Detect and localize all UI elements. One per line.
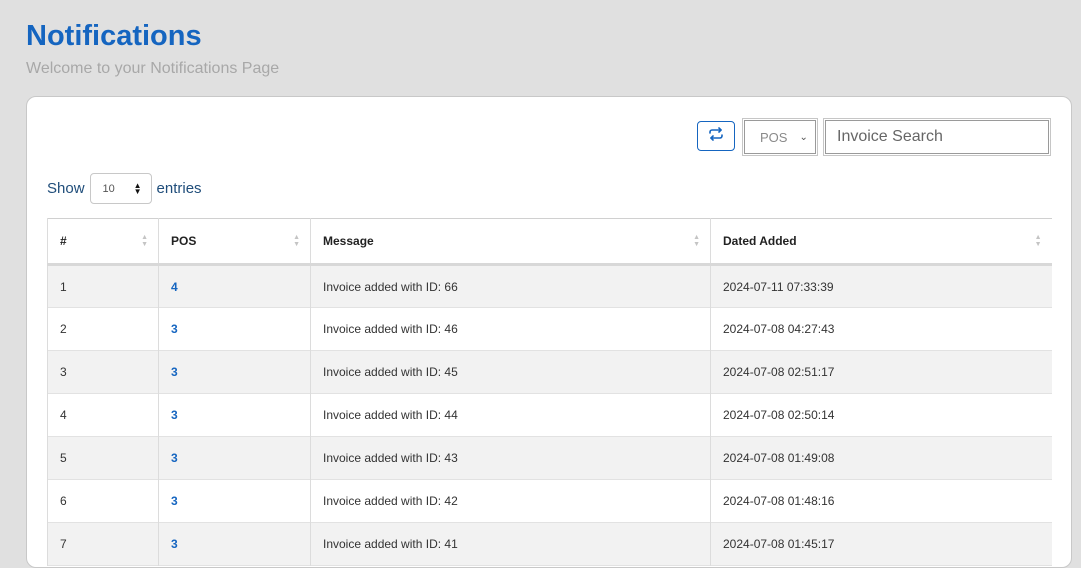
table-row: 2 3 Invoice added with ID: 46 2024-07-08…	[47, 307, 1052, 351]
cell-message: Invoice added with ID: 41	[310, 522, 711, 566]
invoice-search-input[interactable]	[823, 118, 1051, 156]
cell-num: 3	[47, 350, 159, 394]
length-show-label: Show	[47, 180, 85, 197]
cell-date: 2024-07-08 02:51:17	[710, 350, 1052, 394]
pos-link[interactable]: 3	[171, 494, 178, 508]
cell-pos: 3	[158, 350, 311, 394]
page-subtitle: Welcome to your Notifications Page	[26, 60, 280, 77]
pos-filter-select[interactable]: POS ⌄	[742, 118, 818, 156]
cell-message: Invoice added with ID: 43	[310, 436, 711, 480]
cell-message: Invoice added with ID: 42	[310, 479, 711, 523]
sort-icon: ▲ ▼	[141, 234, 148, 248]
cell-date: 2024-07-08 01:49:08	[710, 436, 1052, 480]
refresh-button[interactable]	[697, 121, 735, 151]
table-row: 3 3 Invoice added with ID: 45 2024-07-08…	[47, 350, 1052, 394]
page-title: Notifications	[26, 20, 202, 52]
cell-message: Invoice added with ID: 66	[310, 264, 711, 308]
cell-num: 1	[47, 264, 159, 308]
cell-pos: 3	[158, 393, 311, 437]
sort-icon: ▲ ▼	[693, 234, 700, 248]
chevron-down-icon: ⌄	[799, 131, 808, 143]
pos-link[interactable]: 3	[171, 451, 178, 465]
length-entries-label: entries	[156, 180, 202, 197]
cell-pos: 3	[158, 522, 311, 566]
pos-link[interactable]: 3	[171, 408, 178, 422]
cell-num: 6	[47, 479, 159, 523]
cell-num: 2	[47, 307, 159, 351]
cell-date: 2024-07-08 02:50:14	[710, 393, 1052, 437]
notifications-card: POS ⌄ Show 10 ▲▼ entries # ▲▼ POS	[26, 96, 1072, 568]
length-menu: Show 10 ▲ ▼ entries	[47, 173, 202, 204]
pos-link[interactable]: 3	[171, 322, 178, 336]
cell-message: Invoice added with ID: 46	[310, 307, 711, 351]
cell-message: Invoice added with ID: 45	[310, 350, 711, 394]
cell-pos: 3	[158, 479, 311, 523]
cell-date: 2024-07-08 01:48:16	[710, 479, 1052, 523]
pos-link[interactable]: 3	[171, 537, 178, 551]
column-header-pos[interactable]: POS ▲ ▼	[158, 218, 311, 266]
notifications-table: # ▲ ▼ POS ▲ ▼ Message ▲ ▼ Dated Added ▲ ▼	[47, 218, 1052, 566]
table-row: 1 4 Invoice added with ID: 66 2024-07-11…	[47, 264, 1052, 308]
column-header-num[interactable]: # ▲ ▼	[47, 218, 159, 266]
cell-date: 2024-07-08 04:27:43	[710, 307, 1052, 351]
table-row: 6 3 Invoice added with ID: 42 2024-07-08…	[47, 479, 1052, 523]
cell-num: 4	[47, 393, 159, 437]
cell-date: 2024-07-11 07:33:39	[710, 264, 1052, 308]
table-row: 5 3 Invoice added with ID: 43 2024-07-08…	[47, 436, 1052, 480]
entries-per-page-value: 10	[102, 182, 115, 195]
pos-link[interactable]: 4	[171, 280, 178, 294]
pos-link[interactable]: 3	[171, 365, 178, 379]
table-row: 7 3 Invoice added with ID: 41 2024-07-08…	[47, 522, 1052, 566]
cell-date: 2024-07-08 01:45:17	[710, 522, 1052, 566]
column-header-date-added[interactable]: Dated Added ▲ ▼	[710, 218, 1052, 266]
column-header-message[interactable]: Message ▲ ▼	[310, 218, 711, 266]
sort-icon: ▲ ▼	[293, 234, 300, 248]
table-row: 4 3 Invoice added with ID: 44 2024-07-08…	[47, 393, 1052, 437]
cell-pos: 3	[158, 436, 311, 480]
sort-icon: ▲ ▼	[1034, 234, 1042, 248]
cell-num: 7	[47, 522, 159, 566]
table-header-row: # ▲ ▼ POS ▲ ▼ Message ▲ ▼ Dated Added ▲ ▼	[47, 218, 1052, 266]
cell-pos: 4	[158, 264, 311, 308]
pos-filter-value: POS	[760, 129, 788, 145]
refresh-icon	[708, 126, 724, 146]
cell-num: 5	[47, 436, 159, 480]
cell-pos: 3	[158, 307, 311, 351]
sort-updown-icon: ▲ ▼	[133, 180, 142, 196]
cell-message: Invoice added with ID: 44	[310, 393, 711, 437]
entries-per-page-select[interactable]: 10 ▲ ▼	[89, 173, 152, 204]
